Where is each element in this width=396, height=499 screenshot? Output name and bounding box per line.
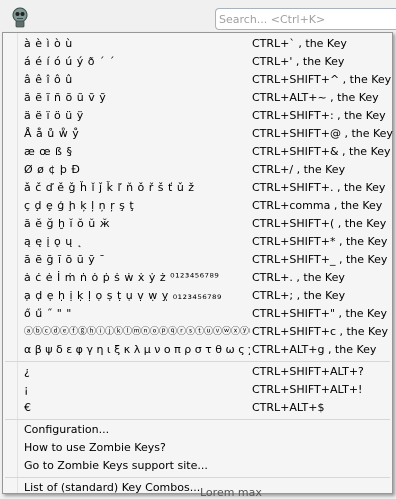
char-list: ą ę į ǫ ų ˛ [24,235,83,248]
shortcut-label: CTRL+SHIFT+* , the Key [252,235,388,248]
menu-item-circumflex[interactable]: â ê î ô û CTRL+SHIFT+^ , the Key [5,71,392,89]
menu-item-inverted-question[interactable]: ¿ CTRL+SHIFT+ALT+? [5,363,390,381]
background-text: Lorem max [200,486,262,499]
char-list: ȧ ċ ė İ ṁ ṅ ȯ ṗ ṡ ẇ ẋ ẏ ż ⁰¹²³⁴⁵⁶⁷⁸⁹ [24,271,220,284]
command-label: How to use Zombie Keys? [24,441,166,454]
shortcut-label: CTRL+SHIFT+" , the Key [252,307,387,320]
menu-item-support-site[interactable]: Go to Zombie Keys support site... [5,457,390,475]
menu-separator [5,361,390,362]
char-list: Å å ů ẘ ẙ [24,127,80,140]
shortcut-label: CTRL+SHIFT+ALT+? [252,365,364,378]
menu-item-ogonek[interactable]: ą ę į ǫ ų ˛ CTRL+SHIFT+* , the Key [5,233,390,251]
shortcut-label: CTRL+SHIFT+. , the Key [252,181,386,194]
menu-item-how-to-use[interactable]: How to use Zombie Keys? [5,439,390,457]
menu-separator [5,477,390,478]
shortcut-label: CTRL+/ , the Key [252,163,346,176]
menu-item-umlaut[interactable]: ä ë ï ö ü ÿ CTRL+SHIFT+: , the Key [5,107,390,125]
shortcut-label: CTRL+ALT+$ [252,401,325,414]
char-list: ạ ḍ ẹ ḥ ị ḳ ḷ ọ ṣ ṭ ụ ṿ ẉ ỵ ₀₁₂₃₄₅₆₇₈₉ [24,289,222,302]
shortcut-label: CTRL+' , the Key [252,55,345,68]
menu-item-macron[interactable]: ā ē ḡ ī ō ū ȳ ¯ CTRL+SHIFT+_ , the Key [5,251,390,269]
menu-item-ligature[interactable]: æ œ ß § CTRL+SHIFT+& , the Key [5,143,391,161]
shortcut-label: CTRL+. , the Key [252,271,345,284]
shortcut-label: CTRL+ALT+~ , the Key [252,91,379,104]
menu-item-inverted-exclamation[interactable]: ¡ CTRL+SHIFT+ALT+! [5,381,390,399]
shortcut-label: CTRL+SHIFT+c , the Key [252,325,388,338]
char-list: € [24,401,32,414]
menu-item-grave[interactable]: à è ì ò ù CTRL+` , the Key [5,35,390,53]
shortcut-label: CTRL+SHIFT+: , the Key [252,109,386,122]
search-input[interactable] [219,10,389,28]
command-label: Configuration... [24,423,110,436]
menu-item-configuration[interactable]: Configuration... [5,421,390,439]
char-list: ç ḑ ȩ ģ ḩ ķ ļ ņ ŗ ş ţ [24,199,135,212]
char-list: ǎ č ď ě ǧ ȟ ǐ ǰ ǩ ľ ň ǒ ř š ť ǔ ž [24,181,195,194]
search-box[interactable] [215,8,396,30]
menu-item-euro[interactable]: € CTRL+ALT+$ [5,399,390,417]
shortcut-label: CTRL+ALT+g , the Key [252,343,377,356]
char-list: æ œ ß § [24,145,73,158]
shortcut-label: CTRL+comma , the Key [252,199,383,212]
zombie-keys-menu: à è ì ò ù CTRL+` , the Key á é í ó ú ý ð … [2,32,393,494]
menu-item-slash[interactable]: Ø ø ¢ þ Ð CTRL+/ , the Key [5,161,390,179]
shortcut-label: CTRL+SHIFT+ALT+! [252,383,363,396]
menu-item-dot-above[interactable]: ȧ ċ ė İ ṁ ṅ ȯ ṗ ṡ ẇ ẋ ẏ ż ⁰¹²³⁴⁵⁶⁷⁸⁹ CTRL… [5,269,390,287]
char-list: ă ĕ ğ ḫ ĭ ŏ ŭ ӂ [24,217,111,230]
shortcut-label: CTRL+SHIFT+& , the Key [252,145,391,158]
menu-item-ring[interactable]: Å å ů ẘ ẙ CTRL+SHIFT+@ , the Key [5,125,393,143]
command-label: List of (standard) Key Combos... [24,481,201,494]
zombie-keys-icon[interactable] [8,5,32,29]
menu-item-double-acute[interactable]: ő ű ˝ " " CTRL+SHIFT+" , the Key [5,305,390,323]
menu-item-greek[interactable]: α β ψ δ ε φ γ η ι ξ κ λ μ ν ο π ρ σ τ θ … [5,341,390,359]
shortcut-label: CTRL+SHIFT+( , the Key [252,217,387,230]
menu-item-tilde[interactable]: ã ẽ ĩ ñ õ ũ ṽ ỹ CTRL+ALT+~ , the Key [5,89,390,107]
char-list: á é í ó ú ý ð ´ ˊ [24,55,115,68]
menu-item-circled[interactable]: ⓐⓑⓒⓓⓔⓕⓖⓗⓘⓙⓚⓛⓜⓝⓞⓟⓠⓡⓢⓣⓤⓥⓦⓧⓨⓩ CTRL+SHIFT+c ,… [5,323,390,341]
char-list: ä ë ï ö ü ÿ [24,109,84,122]
char-list: ã ẽ ĩ ñ õ ũ ṽ ỹ [24,91,107,104]
char-list: ¡ [24,383,29,396]
toolbar [0,0,396,34]
char-list: â ê î ô û [24,73,73,86]
menu-item-dot-below[interactable]: ạ ḍ ẹ ḥ ị ḳ ḷ ọ ṣ ṭ ụ ṿ ẉ ỵ ₀₁₂₃₄₅₆₇₈₉ CT… [5,287,390,305]
char-list: ¿ [24,365,31,378]
menu-item-cedilla[interactable]: ç ḑ ȩ ģ ḩ ķ ļ ņ ŗ ş ţ CTRL+comma , the Ke… [5,197,390,215]
char-list: ā ē ḡ ī ō ū ȳ ¯ [24,253,106,266]
shortcut-label: CTRL+` , the Key [252,37,347,50]
char-list: Ø ø ¢ þ Ð [24,163,81,176]
menu-item-breve[interactable]: ă ĕ ğ ḫ ĭ ŏ ŭ ӂ CTRL+SHIFT+( , the Key [5,215,390,233]
menu-item-caron[interactable]: ǎ č ď ě ǧ ȟ ǐ ǰ ǩ ľ ň ǒ ř š ť ǔ ž CTRL+SH… [5,179,390,197]
shortcut-label: CTRL+SHIFT+^ , the Key [252,73,392,86]
menu-item-acute[interactable]: á é í ó ú ý ð ´ ˊ CTRL+' , the Key [5,53,390,71]
menu-separator [5,419,390,420]
char-list: α β ψ δ ε φ γ η ι ξ κ λ μ ν ο π ρ σ τ θ … [24,343,250,356]
char-list: ő ű ˝ " " [24,307,72,320]
char-list: ⓐⓑⓒⓓⓔⓕⓖⓗⓘⓙⓚⓛⓜⓝⓞⓟⓠⓡⓢⓣⓤⓥⓦⓧⓨⓩ [24,327,250,337]
char-list: à è ì ò ù [24,37,73,50]
shortcut-label: CTRL+SHIFT+_ , the Key [252,253,388,266]
shortcut-label: CTRL+SHIFT+@ , the Key [252,127,393,140]
shortcut-label: CTRL+; , the Key [252,289,346,302]
menu-item-key-combos[interactable]: List of (standard) Key Combos... [5,479,390,497]
command-label: Go to Zombie Keys support site... [24,459,208,472]
